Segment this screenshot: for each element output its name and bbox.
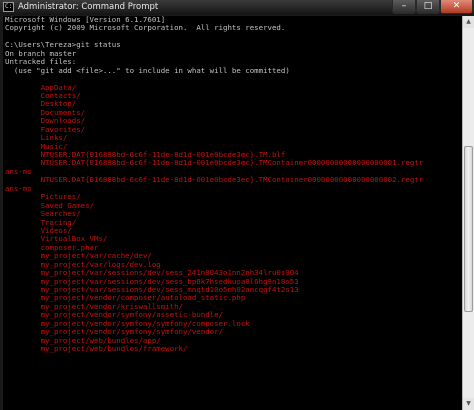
- vertical-scrollbar[interactable]: ▲ ▼: [462, 16, 474, 410]
- scrollbar-thumb[interactable]: [464, 146, 473, 313]
- console-line: Tracing/: [5, 217, 77, 227]
- console-line: Links/: [5, 133, 68, 143]
- console-line: Favorites/: [5, 124, 86, 134]
- console-line: my_project/web/bundles/framework/: [5, 344, 188, 354]
- command-prompt-window: C:\ Administrator: Command Prompt – □ ✕ …: [0, 0, 474, 410]
- title-bar[interactable]: C:\ Administrator: Command Prompt – □ ✕: [0, 0, 474, 15]
- console-output[interactable]: Microsoft Windows [Version 6.1.7601] Copy…: [3, 16, 462, 410]
- console-line: (use "git add <file>..." to include in w…: [5, 65, 290, 75]
- console-line: NTUSER.DAT{016888bd-6c6f-11de-8d1d-001e0…: [5, 158, 424, 168]
- minimize-button[interactable]: –: [392, 0, 416, 14]
- close-button[interactable]: ✕: [440, 0, 473, 14]
- scroll-down-arrow-icon[interactable]: ▼: [463, 398, 474, 410]
- window-title: Administrator: Command Prompt: [18, 2, 159, 12]
- maximize-button[interactable]: □: [416, 0, 440, 14]
- scroll-up-arrow-icon[interactable]: ▲: [463, 16, 474, 28]
- console-line: Copyright (c) 2009 Microsoft Corporation…: [5, 23, 286, 33]
- console-line: NTUSER.DAT{016888bd-6c6f-11de-8d1d-001e0…: [5, 175, 424, 185]
- command-prompt-icon[interactable]: C:\: [3, 2, 14, 12]
